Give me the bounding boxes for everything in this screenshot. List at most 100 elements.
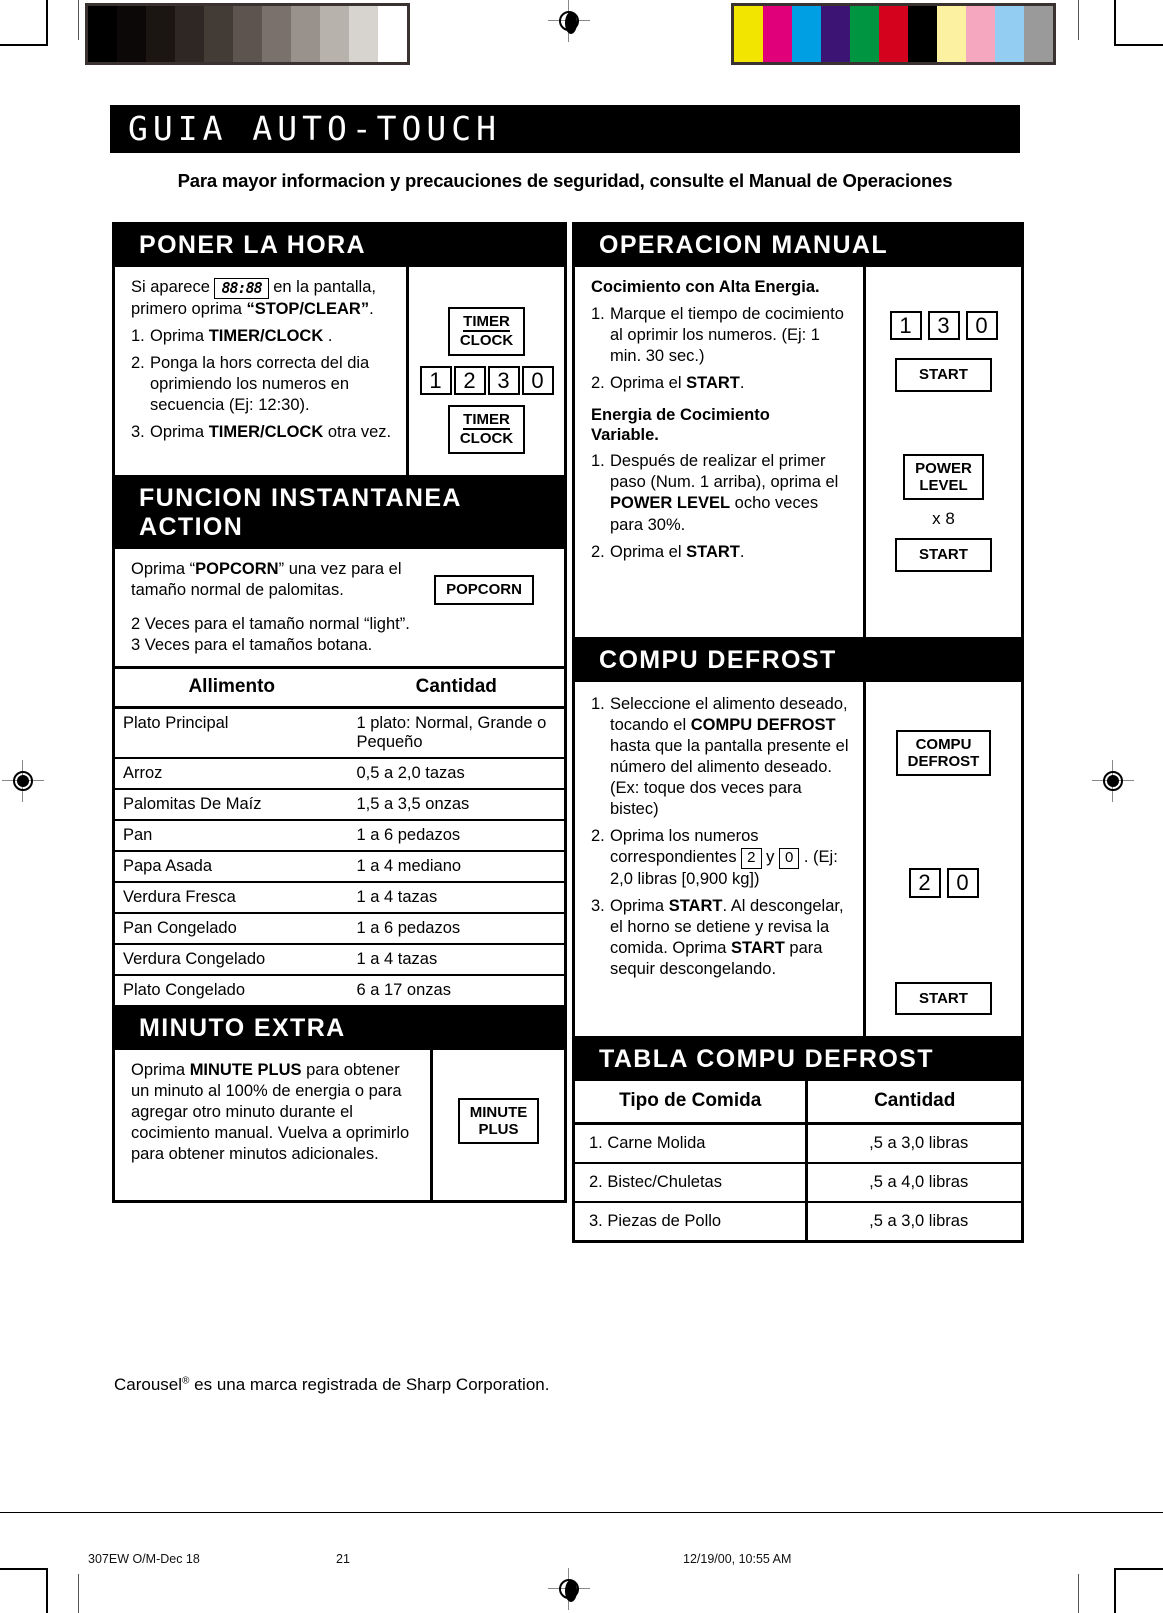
alimento-header-food: Allimento (115, 668, 349, 709)
intro-period: . (369, 299, 374, 318)
key-minute-plus[interactable]: MINUTE PLUS (457, 1097, 540, 1145)
table-row: Plato Congelado 6 a 17 onzas (115, 975, 564, 1005)
om-step2-2-text: Oprima el START. (610, 542, 745, 561)
alimento-table: Allimento Cantidad Plato Principal 1 plat… (115, 668, 564, 1005)
operacion-manual-keys: 130 START POWER LEVEL x 8 START (866, 267, 1021, 637)
key-compu-defrost-line2: DEFROST (907, 752, 980, 770)
alimento-name: Pan Congelado (115, 912, 349, 945)
popcorn-line-2veces: 2 Veces para el tamaño normal “light”. (131, 614, 410, 633)
intro-part-a: Si aparece (131, 277, 210, 296)
footer-timestamp: 12/19/00, 10:55 AM (683, 1552, 792, 1566)
cd-step-2-num: 2. (591, 827, 605, 846)
alimento-cantidad: 1 a 6 pedazos (348, 819, 564, 852)
key-number-0[interactable]: 0 (521, 365, 554, 396)
table-row: Pan Congelado 1 a 6 pedazos (115, 912, 564, 945)
om-step1-1: 1. Marque el tiempo de cocimiento al opr… (591, 304, 853, 367)
om-subheading-2: Energia de Cocimiento Variable. (591, 406, 853, 445)
section-heading-compu-defrost: COMPU DEFROST (575, 639, 1021, 682)
key-timer-clock-top[interactable]: TIMER CLOCK (447, 306, 526, 356)
registered-symbol: ® (182, 1375, 190, 1387)
popcorn-paragraph-1: Oprima “POPCORN” una vez para el tamaño … (131, 560, 402, 600)
poner-step-3-num: 3. (131, 423, 145, 442)
cd-step-1: 1. Seleccione el alimento deseado, tocan… (591, 694, 853, 821)
table-row: Verdura Congelado 1 a 4 tazas (115, 943, 564, 976)
section-compu-defrost: COMPU DEFROST 1. Seleccione el alimento … (572, 636, 1024, 1037)
key-compu-defrost[interactable]: COMPU DEFROST (895, 729, 992, 777)
alimento-name: Papa Asada (115, 850, 349, 883)
lcd-display-8888: 88:88 (214, 277, 269, 299)
cd-step-1-text: Seleccione el alimento deseado, tocando … (610, 694, 849, 819)
keypad-numbers-manual: 130 (872, 310, 1015, 341)
page-subtitle: Para mayor informacion y precauciones de… (177, 170, 953, 191)
poner-step-3: 3. Oprima TIMER/CLOCK otra vez. (131, 422, 396, 443)
page-banner-title: GUIA AUTO-TOUCH (110, 105, 1020, 153)
key-power-level-line2: LEVEL (919, 477, 968, 495)
section-heading-poner-la-hora: PONER LA HORA (115, 225, 564, 267)
alimento-name: Plato Principal (115, 707, 349, 759)
poner-step-1-num: 1. (131, 327, 145, 346)
poner-la-hora-intro: Si aparece 88:88 en la pantalla, primero… (131, 277, 396, 320)
key-start-2[interactable]: START (895, 538, 992, 572)
cd-step-2-text: Oprima los numeros correspondientes 2 y … (610, 827, 838, 889)
trademark-notice: Carousel® es una marca registrada de Sha… (114, 1375, 549, 1395)
key-timer-clock-bottom[interactable]: TIMER CLOCK (447, 405, 526, 454)
cd-food-type: 1. Carne Molida (575, 1123, 807, 1164)
table-row: Pan 1 a 6 pedazos (115, 819, 564, 852)
key-number-1[interactable]: 1 (889, 310, 922, 341)
left-column: PONER LA HORA Si aparece 88:88 en la pan… (112, 222, 567, 1203)
section-heading-tabla-compu-defrost: TABLA COMPU DEFROST (575, 1039, 1021, 1081)
poner-step-2-text: Ponga la hors correcta del dia oprimiend… (150, 354, 370, 415)
cd-cantidad: ,5 a 3,0 libras (805, 1201, 1021, 1240)
cd-step-3: 3. Oprima START. Al descongelar, el horn… (591, 896, 853, 980)
inline-key-2[interactable]: 2 (741, 848, 762, 870)
table-row: Palomitas De Maíz 1,5 a 3,5 onzas (115, 788, 564, 821)
alimento-cantidad: 1 plato: Normal, Grande o Pequeño (348, 707, 564, 759)
key-number-0[interactable]: 0 (946, 868, 979, 898)
om-step2-1-text: Después de realizar el primer paso (Num.… (610, 452, 839, 534)
alimento-name: Verdura Fresca (115, 881, 349, 914)
om-step1-2: 2. Oprima el START. (591, 373, 853, 394)
key-start-1[interactable]: START (895, 358, 992, 392)
key-timer-clock-top-line1: TIMER (463, 313, 510, 333)
cd-step-1-num: 1. (591, 694, 605, 713)
cd-food-type: 3. Piezas de Pollo (589, 1211, 722, 1230)
footer-page-number: 21 (336, 1552, 350, 1566)
alimento-cantidad: 0,5 a 2,0 tazas (348, 757, 564, 790)
poner-step-1: 1. Oprima TIMER/CLOCK . (131, 326, 396, 347)
section-heading-operacion-manual: OPERACION MANUAL (575, 225, 1021, 267)
cd-table-header-row: Tipo de Comida Cantidad (575, 1080, 1021, 1125)
footer-divider (0, 1512, 1163, 1513)
om-step1-1-num: 1. (591, 304, 605, 323)
cd-cantidad: ,5 a 3,0 libras (805, 1123, 1021, 1164)
inline-key-0[interactable]: 0 (778, 848, 800, 870)
key-number-0[interactable]: 0 (965, 310, 998, 341)
alimento-name: Palomitas De Maíz (115, 788, 349, 821)
key-number-3[interactable]: 3 (927, 310, 960, 341)
key-timer-clock-bottom-line2: CLOCK (459, 430, 514, 448)
key-number-3[interactable]: 3 (487, 365, 520, 396)
key-number-2[interactable]: 2 (908, 868, 941, 898)
alimento-cantidad: 1 a 4 tazas (348, 943, 564, 976)
popcorn-bold: POPCORN (195, 560, 279, 579)
key-number-2[interactable]: 2 (453, 365, 486, 396)
key-number-1[interactable]: 1 (419, 365, 452, 396)
key-minute-plus-line2: PLUS (478, 1121, 519, 1139)
minute-plus-bold: MINUTE PLUS (189, 1060, 302, 1079)
alimento-cantidad: 1 a 4 mediano (348, 850, 564, 883)
section-minuto-extra: MINUTO EXTRA Oprima MINUTE PLUS para obt… (112, 1004, 567, 1203)
poner-step-1-text: Oprima TIMER/CLOCK . (150, 327, 333, 346)
key-start-defrost[interactable]: START (895, 981, 992, 1016)
om-step1-2-num: 2. (591, 374, 605, 393)
section-tabla-compu-defrost: TABLA COMPU DEFROST Tipo de Comida Canti… (572, 1036, 1024, 1243)
alimento-name: Plato Congelado (123, 980, 246, 999)
table-row: 1. Carne Molida ,5 a 3,0 libras (575, 1123, 1021, 1164)
popcorn-line-3veces: 3 Veces para el tamaños botana. (131, 635, 373, 654)
key-power-level[interactable]: POWER LEVEL (903, 453, 984, 501)
cd-header-qty: Cantidad (805, 1080, 1021, 1125)
section-heading-minuto-extra: MINUTO EXTRA (115, 1007, 564, 1050)
key-popcorn[interactable]: POPCORN (434, 575, 534, 605)
poner-la-hora-text: Si aparece 88:88 en la pantalla, primero… (115, 266, 409, 475)
alimento-table-header-row: Allimento Cantidad (115, 668, 564, 709)
table-row: 3. Piezas de Pollo ,5 a 3,0 libras (575, 1201, 1021, 1240)
key-compu-defrost-line1: COMPU (915, 735, 972, 753)
